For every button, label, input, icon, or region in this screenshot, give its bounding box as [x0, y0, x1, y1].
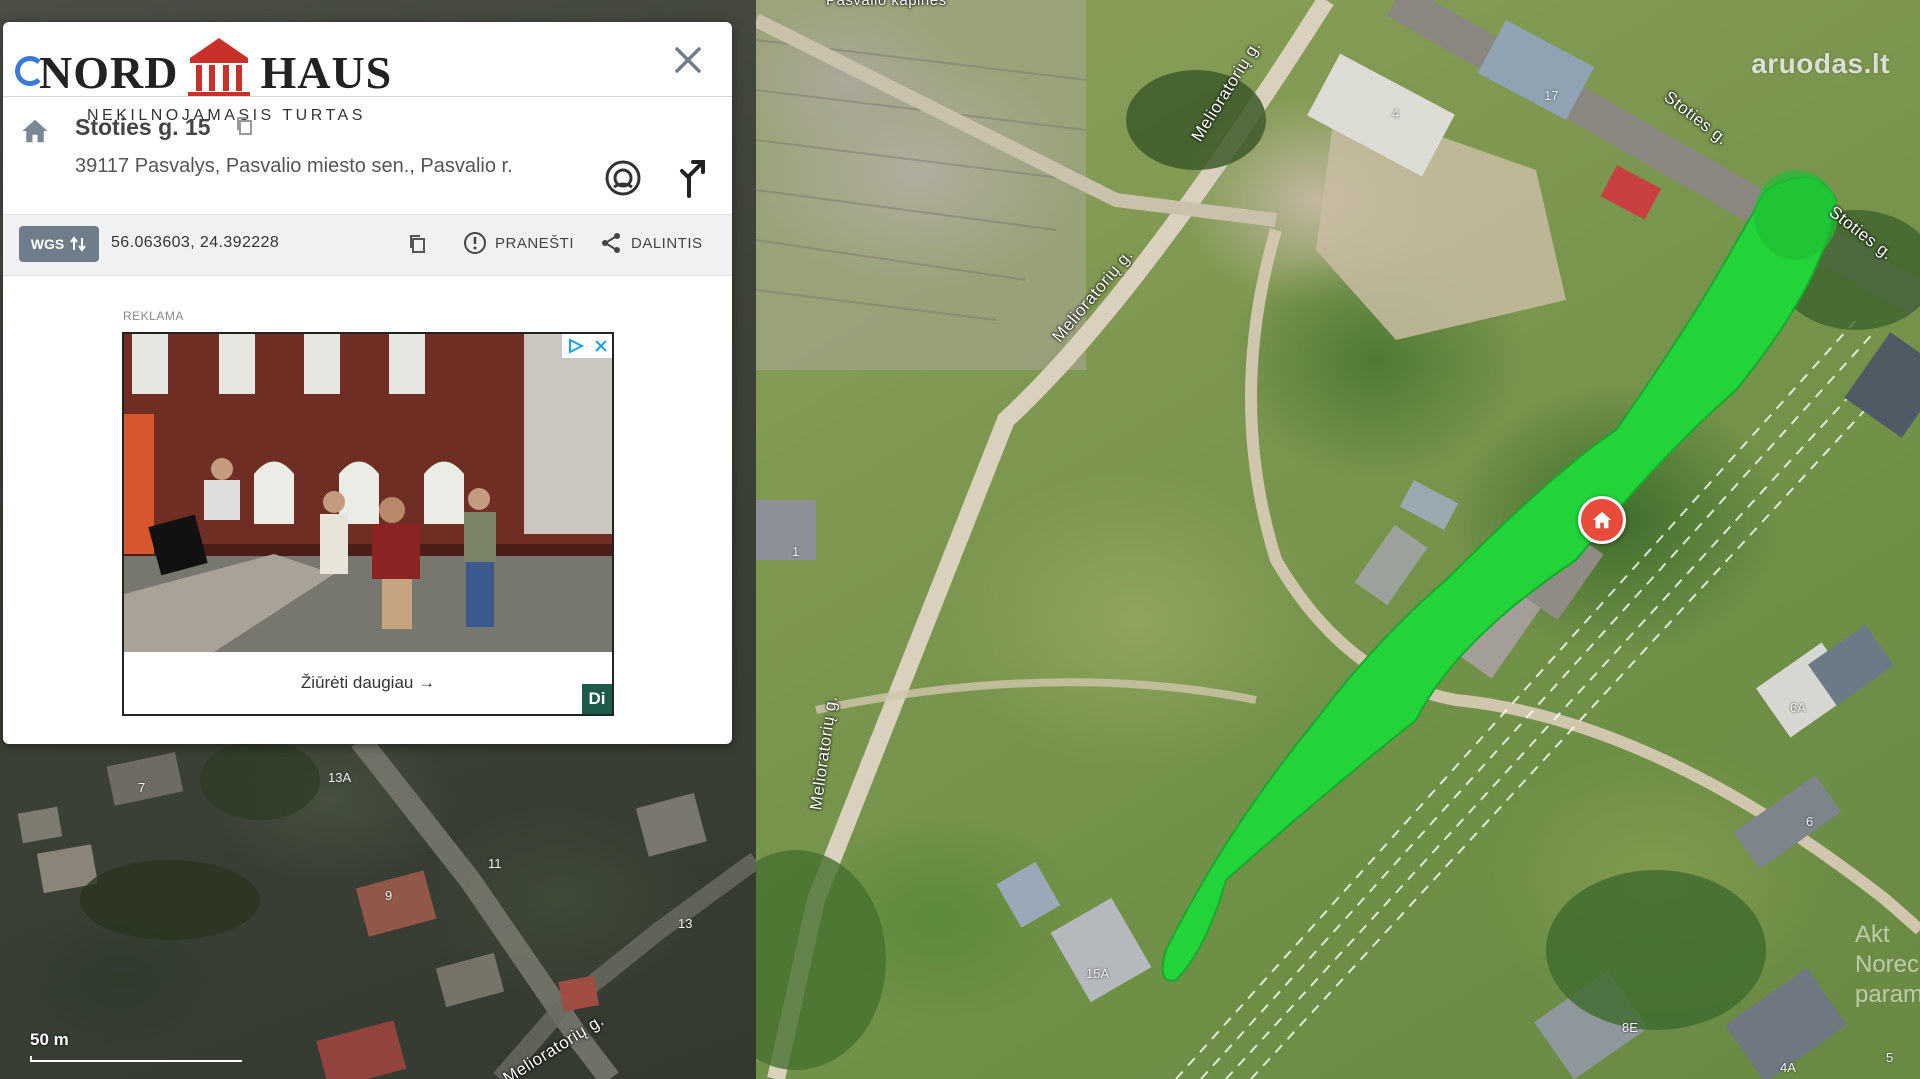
map-right-graphics — [756, 0, 1920, 1079]
share-button[interactable]: DALINTIS — [599, 231, 703, 255]
scale-label: 50 m — [30, 1030, 69, 1049]
ad-label: REKLAMA — [123, 309, 184, 323]
building-number: 1 — [792, 544, 800, 559]
home-icon — [1592, 511, 1612, 529]
close-icon — [675, 47, 701, 73]
logo-word-left: NORD — [39, 47, 179, 98]
map-right-pane[interactable]: aruodas.lt Akt Norec param Pasvalio kapi… — [756, 0, 1920, 1079]
copy-address-icon[interactable] — [235, 115, 253, 142]
address-line: 39117 Pasvalys, Pasvalio miesto sen., Pa… — [75, 155, 513, 177]
swap-icon — [70, 236, 87, 252]
building-number: 8E — [1622, 1020, 1638, 1035]
coordinate-system-label: WGS — [30, 236, 65, 252]
pillar-icon — [186, 36, 252, 109]
panel-header: NORD HAUS NEKILNOJAMASIS TURTAS — [3, 22, 732, 124]
share-icon — [602, 233, 620, 253]
house-icon — [19, 116, 51, 151]
report-button[interactable]: PRANEŠTI — [463, 231, 574, 255]
ad-close-icon — [594, 340, 607, 352]
cemetery-label: Pasvalio kapinės — [826, 0, 947, 9]
building-number: 6A — [1790, 700, 1806, 715]
directions-icon — [680, 160, 705, 198]
building-number: 13A — [328, 770, 352, 785]
building-number: 4A — [1780, 1060, 1796, 1075]
location-info-panel: NORD HAUS NEKILNOJAMASIS TURTAS Stoties … — [3, 22, 732, 744]
company-logo: NORD HAUS NEKILNOJAMASIS TURTAS — [39, 36, 392, 125]
warning-icon — [464, 232, 486, 254]
building-number: 4 — [1392, 106, 1400, 121]
watermark-partial: Akt Norec param — [1855, 921, 1920, 1008]
copy-coordinates-button[interactable] — [403, 229, 431, 259]
building-number: 9 — [385, 888, 393, 903]
ad-choices-icon — [568, 338, 584, 354]
ad-brand-badge: Di — [582, 684, 612, 714]
property-marker[interactable] — [1578, 496, 1626, 544]
building-number: 13 — [678, 916, 693, 931]
directions-button[interactable] — [671, 156, 715, 200]
coordinates-row: WGS 56.063603, 24.392228 PRANEŠTI DALINT… — [3, 214, 732, 276]
street-address: Stoties g. 15 — [75, 114, 211, 140]
building-number: 11 — [488, 856, 502, 871]
report-label: PRANEŠTI — [495, 234, 575, 252]
coordinate-system-toggle[interactable]: WGS — [19, 226, 99, 262]
building-number: 5 — [1886, 1050, 1894, 1065]
building-number: 7 — [138, 780, 146, 795]
building-number: 17 — [1544, 88, 1559, 103]
logo-word-right: HAUS — [260, 47, 393, 98]
ad-image[interactable] — [124, 334, 612, 652]
building-number: 6 — [1806, 814, 1814, 829]
share-label: DALINTIS — [631, 234, 703, 252]
close-button[interactable] — [668, 40, 708, 80]
scale-bar — [30, 1056, 242, 1062]
coordinates-value: 56.063603, 24.392228 — [111, 234, 280, 251]
advertisement[interactable]: Žiūrėti daugiau → Di — [122, 332, 614, 716]
address-title: Stoties g. 15 — [75, 114, 253, 142]
watermark: aruodas.lt — [1751, 48, 1890, 79]
ad-choices[interactable] — [562, 334, 612, 358]
header-divider — [3, 96, 732, 97]
ad-cta-link[interactable]: Žiūrėti daugiau → — [124, 652, 612, 714]
copy-icon — [410, 235, 425, 253]
building-number: 15A — [1086, 966, 1110, 981]
street-view-button[interactable] — [601, 156, 645, 200]
street-view-icon — [605, 160, 641, 196]
